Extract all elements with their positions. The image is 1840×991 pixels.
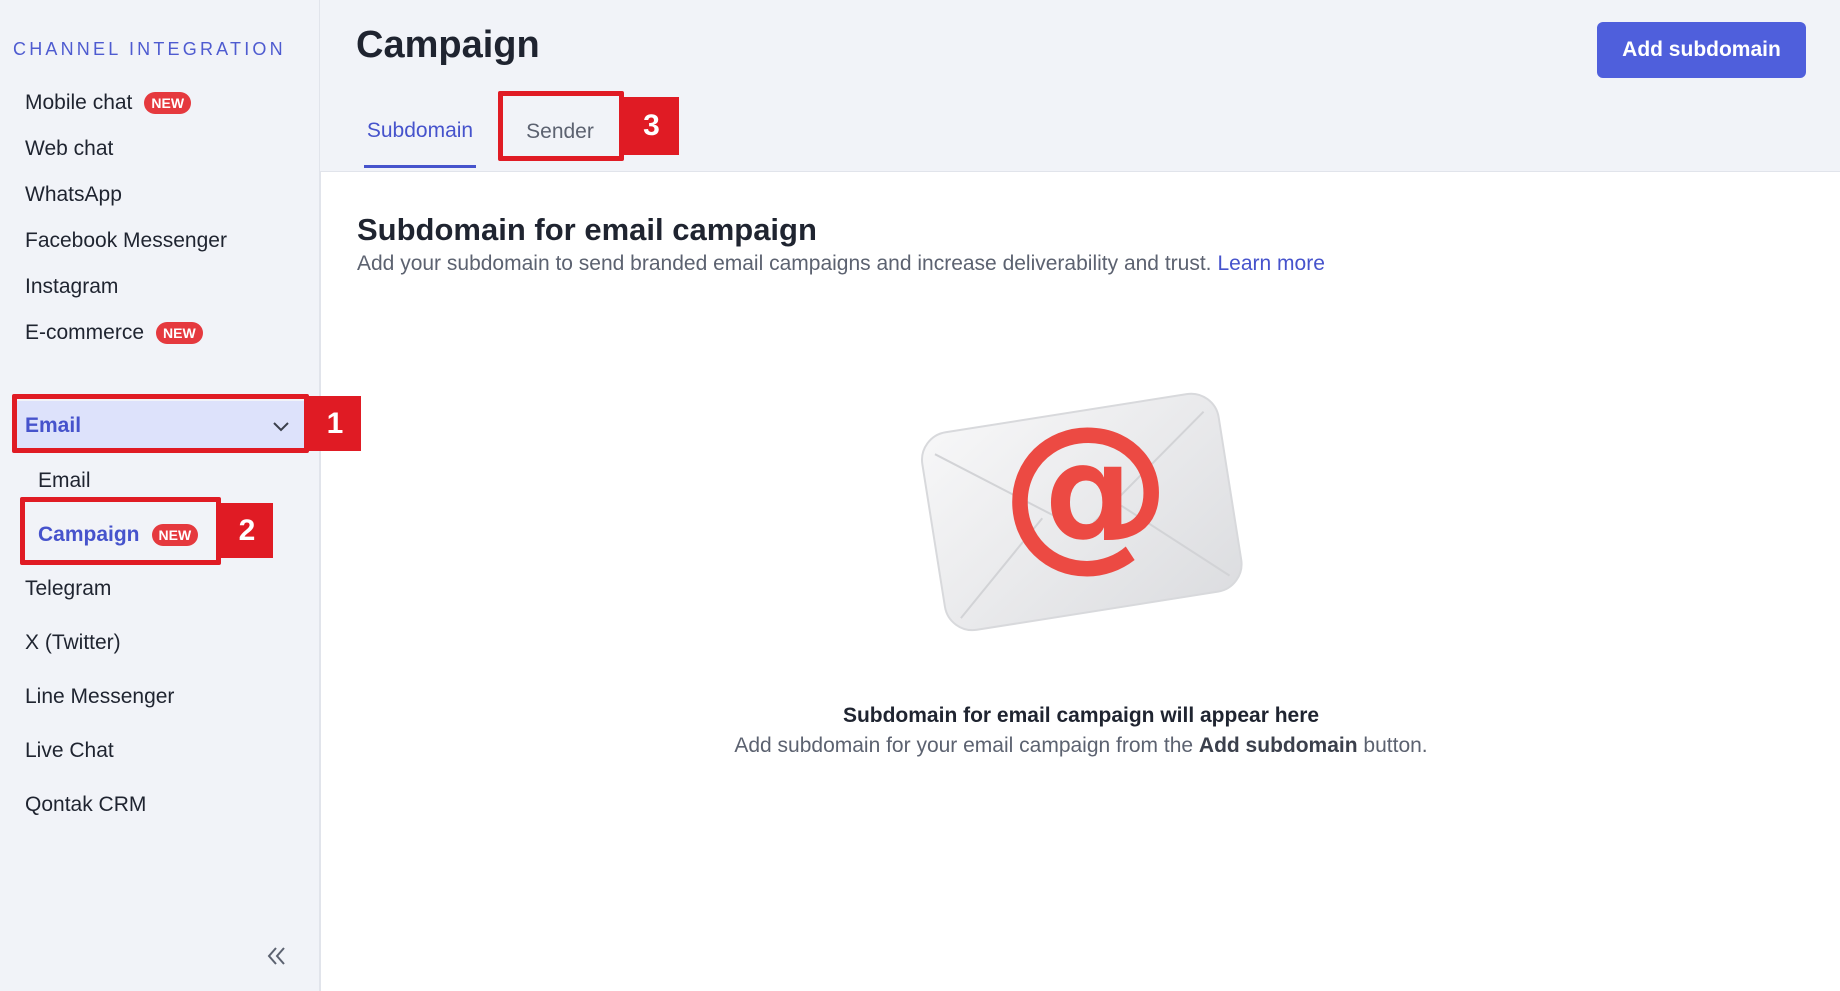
sidebar-item-label: Email [38,469,91,492]
learn-more-link[interactable]: Learn more [1218,252,1325,275]
new-badge: NEW [156,322,203,344]
sidebar-item-web-chat[interactable]: Web chat [14,124,306,174]
content-panel: Subdomain for email campaign Add your su… [320,171,1840,991]
sidebar-item-label: Qontak CRM [25,793,147,816]
sidebar-item-label: Facebook Messenger [25,229,227,252]
annotation-number-2: 2 [221,503,273,558]
sidebar-item-line-messenger[interactable]: Line Messenger [14,672,306,722]
annotation-highlight-3 [498,91,624,161]
sidebar-item-label: Web chat [25,137,114,160]
sidebar-item-live-chat[interactable]: Live Chat [14,726,306,776]
sidebar-item-label: X (Twitter) [25,631,121,654]
sidebar-item-label: Instagram [25,275,119,298]
annotation-number-3: 3 [624,97,679,155]
sidebar-item-label: WhatsApp [25,183,122,206]
sidebar-item-label: Telegram [25,577,112,600]
sidebar-item-telegram[interactable]: Telegram [14,564,306,614]
annotation-highlight-1 [12,394,309,453]
description-text: Add your subdomain to send branded email… [357,252,1212,275]
sidebar-item-label: Mobile chat [25,91,133,114]
sidebar-item-mobile-chat[interactable]: Mobile chat NEW [14,78,306,128]
panel-title: Subdomain for email campaign [357,212,817,247]
double-chevron-left-icon[interactable] [262,942,290,970]
envelope-at-icon: @ [921,390,1243,632]
sidebar: CHANNEL INTEGRATION Mobile chat NEW Web … [0,0,320,991]
empty-desc-suffix: button. [1363,734,1428,757]
sidebar-item-whatsapp[interactable]: WhatsApp [14,170,306,220]
annotation-highlight-2 [20,497,221,565]
tab-subdomain[interactable]: Subdomain [364,96,476,168]
sidebar-item-label: Live Chat [25,739,114,762]
section-title: CHANNEL INTEGRATION [13,39,286,59]
sidebar-item-label: Line Messenger [25,685,175,708]
page-title: Campaign [356,24,540,66]
new-badge: NEW [144,92,192,114]
empty-desc-prefix: Add subdomain for your email campaign fr… [734,734,1194,757]
svg-text:@: @ [1001,390,1171,588]
empty-state-title: Subdomain for email campaign will appear… [842,704,1320,727]
sidebar-item-facebook-messenger[interactable]: Facebook Messenger [14,216,306,266]
sidebar-item-label: E-commerce [25,321,145,344]
empty-desc-bold: Add subdomain [1198,734,1358,757]
add-subdomain-button[interactable]: Add subdomain [1597,22,1806,78]
panel-description: Add your subdomain to send branded email… [357,252,1325,276]
annotation-number-1: 1 [309,396,361,451]
sidebar-item-ecommerce[interactable]: E-commerce NEW [14,308,306,358]
sidebar-item-qontak-crm[interactable]: Qontak CRM [14,780,306,830]
empty-state-description: Add subdomain for your email campaign fr… [321,734,1840,758]
sidebar-item-instagram[interactable]: Instagram [14,262,306,312]
sidebar-item-x-twitter[interactable]: X (Twitter) [14,618,306,668]
